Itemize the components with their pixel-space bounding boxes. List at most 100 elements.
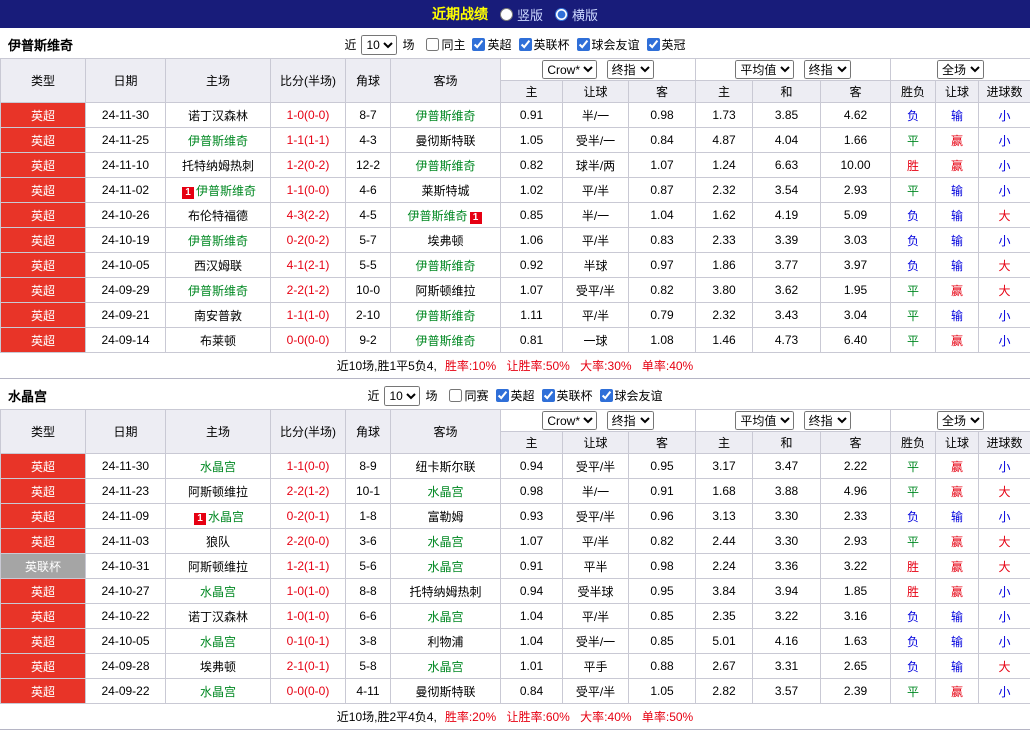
filter-checkbox-2[interactable]: 英联杯 (541, 387, 593, 404)
away-team-cell[interactable]: 伊普斯维奇 (390, 102, 501, 128)
away-team-cell[interactable]: 曼彻斯特联 (390, 127, 501, 153)
layout-option-vertical[interactable]: 竖版 (499, 5, 543, 24)
checkbox[interactable] (472, 37, 486, 51)
away-team-name: 莱斯特城 (421, 183, 470, 198)
home-team-cell[interactable]: 诺丁汉森林 (165, 102, 271, 128)
europe-odds-time-select[interactable]: 终指 (803, 411, 851, 430)
match-row: 英超 24-09-29 伊普斯维奇 2-2(1-2) 10-0 阿斯顿维拉 1.07 受平/半… (0, 277, 1030, 303)
page-title: 近期战绩 (431, 6, 488, 22)
filter-checkbox-1[interactable]: 英超 (472, 36, 512, 53)
away-team-cell[interactable]: 水晶宫 (390, 553, 501, 579)
layout-option-horizontal[interactable]: 横版 (555, 5, 598, 24)
euro-draw-odds-cell: 3.57 (752, 678, 821, 704)
away-team-name: 伊普斯维奇 (415, 158, 476, 173)
home-team-cell[interactable]: 托特纳姆热刺 (165, 152, 271, 178)
asia-handicap-cell: 平/半 (562, 177, 629, 203)
vertical-layout-radio[interactable] (499, 7, 513, 21)
match-count-select[interactable]: 10 (361, 34, 398, 55)
asia-odds-time-select[interactable]: 终指 (606, 411, 654, 430)
asia-odds-company-select[interactable]: Crow* (542, 60, 598, 79)
col-header-euro-away: 客 (819, 80, 892, 103)
home-team-cell[interactable]: 阿斯顿维拉 (165, 478, 271, 504)
filter-checkbox-1[interactable]: 英超 (495, 387, 535, 404)
away-team-cell[interactable]: 利物浦 (390, 628, 501, 654)
away-team-cell[interactable]: 伊普斯维奇 (390, 252, 501, 278)
home-team-cell[interactable]: 1 伊普斯维奇 (165, 177, 271, 203)
filter-checkbox-0[interactable]: 同主 (426, 36, 465, 53)
checkbox[interactable] (646, 37, 660, 51)
filter-checkbox-4[interactable]: 英冠 (646, 36, 686, 53)
filter-checkbox-2[interactable]: 英联杯 (518, 36, 570, 53)
match-row: 英超 24-11-03 狼队 2-2(0-0) 3-6 水晶宫 1.07 平/半 0.82 2.4… (0, 528, 1030, 554)
away-team-cell[interactable]: 托特纳姆热刺 (390, 578, 501, 604)
home-team-cell[interactable]: 埃弗顿 (165, 653, 271, 679)
asia-handicap-cell: 平/半 (562, 227, 629, 253)
scope-select[interactable]: 全场 (937, 60, 985, 79)
home-team-cell[interactable]: 水晶宫 (165, 453, 271, 479)
away-team-cell[interactable]: 伊普斯维奇 (390, 152, 501, 178)
horizontal-layout-radio[interactable] (555, 7, 568, 21)
euro-draw-odds-cell: 4.19 (752, 202, 821, 228)
asia-odds-company-select[interactable]: Crow* (542, 411, 598, 430)
away-team-cell[interactable]: 水晶宫 (390, 478, 501, 504)
league-type-cell: 英超 (0, 653, 86, 679)
euro-away-odds-cell: 3.04 (819, 302, 892, 328)
away-team-cell[interactable]: 富勒姆 (390, 503, 501, 529)
filter-checkbox-3[interactable]: 球会友谊 (599, 387, 663, 404)
scope-select[interactable]: 全场 (937, 411, 985, 430)
checkbox[interactable] (518, 37, 532, 51)
home-team-cell[interactable]: 南安普敦 (165, 302, 271, 328)
away-team-cell[interactable]: 阿斯顿维拉 (390, 277, 501, 303)
home-team-cell[interactable]: 水晶宫 (165, 628, 271, 654)
home-team-cell[interactable]: 阿斯顿维拉 (165, 553, 271, 579)
col-header-away: 客场 (390, 58, 501, 103)
home-team-cell[interactable]: 狼队 (165, 528, 271, 554)
home-team-cell[interactable]: 伊普斯维奇 (165, 277, 271, 303)
checkbox[interactable] (576, 37, 590, 51)
away-team-cell[interactable]: 纽卡斯尔联 (390, 453, 501, 479)
home-team-cell[interactable]: 西汉姆联 (165, 252, 271, 278)
league-filter-checkboxes: 同赛 英超 英联杯 球会友谊 (442, 387, 663, 405)
filter-checkbox-3[interactable]: 球会友谊 (576, 36, 640, 53)
checkbox[interactable] (541, 388, 555, 402)
home-team-cell[interactable]: 伊普斯维奇 (165, 227, 271, 253)
checkbox[interactable] (426, 37, 440, 51)
score-cell: 1-0(1-0) (270, 603, 346, 629)
score-cell: 2-2(1-2) (270, 277, 346, 303)
away-team-cell[interactable]: 水晶宫 (390, 528, 501, 554)
home-team-cell[interactable]: 1 水晶宫 (165, 503, 271, 529)
col-header-handicap-result: 让球 (935, 80, 980, 103)
home-team-cell[interactable]: 水晶宫 (165, 578, 271, 604)
asia-odds-time-select[interactable]: 终指 (606, 60, 654, 79)
europe-odds-company-select[interactable]: 平均值 (735, 411, 795, 430)
result-cell: 平 (890, 478, 937, 504)
home-team-cell[interactable]: 伊普斯维奇 (165, 127, 271, 153)
europe-odds-time-select[interactable]: 终指 (803, 60, 851, 79)
match-row: 英超 24-11-30 诺丁汉森林 1-0(0-0) 8-7 伊普斯维奇 0.91 半/一 0.… (0, 102, 1030, 128)
away-team-cell[interactable]: 伊普斯维奇 1 (390, 202, 501, 228)
away-team-cell[interactable]: 伊普斯维奇 (390, 302, 501, 328)
away-team-cell[interactable]: 水晶宫 (390, 603, 501, 629)
europe-odds-company-select[interactable]: 平均值 (735, 60, 795, 79)
home-team-name: 伊普斯维奇 (187, 283, 248, 298)
league-type-cell: 英超 (0, 628, 86, 654)
checkbox[interactable] (495, 388, 509, 402)
corner-cell: 6-6 (345, 603, 391, 629)
away-team-cell[interactable]: 伊普斯维奇 (390, 327, 501, 353)
filter-checkbox-0[interactable]: 同赛 (449, 387, 489, 404)
handicap-result-cell: 输 (935, 653, 980, 679)
home-team-cell[interactable]: 布莱顿 (165, 327, 271, 353)
home-team-cell[interactable]: 水晶宫 (165, 678, 271, 704)
checkbox[interactable] (599, 388, 613, 402)
home-team-cell[interactable]: 布伦特福德 (165, 202, 271, 228)
away-team-cell[interactable]: 曼彻斯特联 (390, 678, 501, 704)
asia-handicap-cell: 半/一 (562, 478, 629, 504)
away-team-cell[interactable]: 水晶宫 (390, 653, 501, 679)
away-team-cell[interactable]: 莱斯特城 (390, 177, 501, 203)
asia-home-odds-cell: 0.93 (500, 503, 563, 529)
checkbox[interactable] (449, 388, 463, 402)
date-cell: 24-11-09 (85, 503, 166, 529)
home-team-cell[interactable]: 诺丁汉森林 (165, 603, 271, 629)
match-count-select[interactable]: 10 (384, 385, 421, 406)
away-team-cell[interactable]: 埃弗顿 (390, 227, 501, 253)
